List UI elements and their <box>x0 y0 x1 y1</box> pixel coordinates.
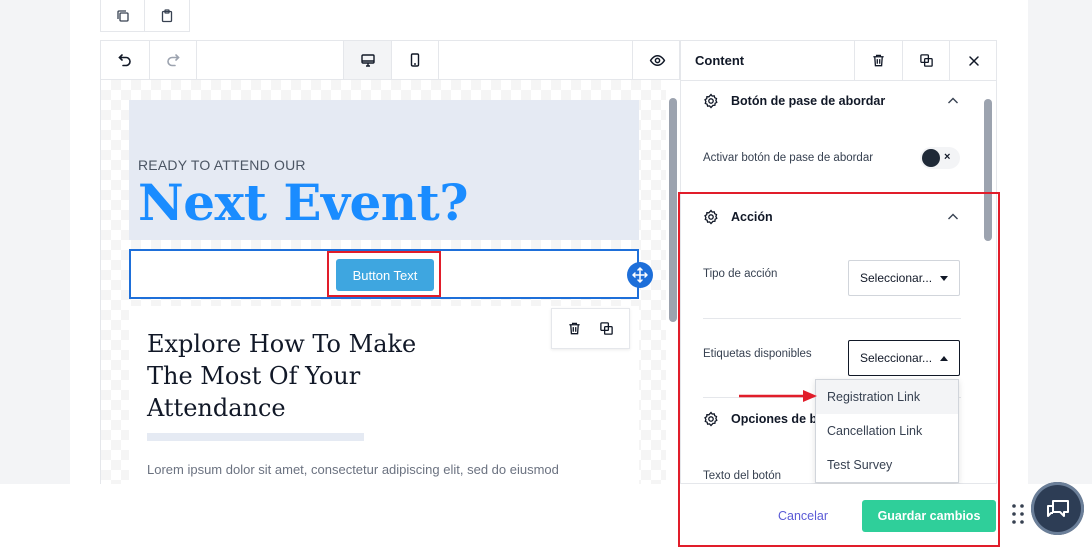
annotation-arrow-icon <box>739 390 817 402</box>
panel-close-button[interactable] <box>949 41 996 80</box>
boarding-toggle-label: Activar botón de pase de abordar <box>703 152 874 164</box>
undo-button[interactable] <box>101 41 149 79</box>
chevron-up-icon[interactable] <box>947 96 959 106</box>
mobile-icon <box>410 53 420 67</box>
copy-icon <box>116 9 129 22</box>
chat-button[interactable] <box>1031 482 1084 535</box>
hero-block[interactable]: READY TO ATTEND OUR Next Event? <box>129 100 639 240</box>
desktop-view-button[interactable] <box>344 41 392 79</box>
body-text: Lorem ipsum dolor sit amet, consectetur … <box>147 462 559 477</box>
duplicate-block-button[interactable] <box>599 321 614 336</box>
toggle-off-icon: × <box>944 151 951 163</box>
section-title: Botón de pase de abordar <box>731 94 886 108</box>
toolbar-divider <box>438 41 439 79</box>
panel-delete-button[interactable] <box>854 41 902 80</box>
annotation-box-button <box>327 251 441 297</box>
copy-button[interactable] <box>101 0 146 31</box>
desktop-icon <box>361 54 375 67</box>
hero-title: Next Event? <box>138 173 469 232</box>
email-canvas[interactable]: READY TO ATTEND OUR Next Event? Explore … <box>100 80 666 484</box>
scrollbar-thumb[interactable] <box>669 98 677 322</box>
eye-icon <box>649 54 665 66</box>
editor-toolbar <box>100 40 680 80</box>
hero-subtitle: READY TO ATTEND OUR <box>138 157 306 173</box>
mini-toolbar <box>100 0 190 32</box>
explore-title: Explore How To Make The Most Of Your Att… <box>147 330 417 422</box>
toggle-knob <box>922 149 940 167</box>
block-actions-popover <box>551 308 630 349</box>
toolbar-divider <box>196 41 197 79</box>
drag-handle-icon[interactable] <box>1011 503 1025 525</box>
trash-icon <box>569 322 580 335</box>
panel-duplicate-button[interactable] <box>902 41 950 80</box>
section-header-boarding-pass[interactable]: Botón de pase de abordar <box>703 93 885 109</box>
trash-icon <box>873 54 884 67</box>
mobile-view-button[interactable] <box>391 41 439 79</box>
gear-icon <box>704 93 718 109</box>
boarding-pass-toggle[interactable]: × <box>920 147 960 169</box>
move-handle[interactable] <box>627 262 653 288</box>
undo-icon <box>118 54 131 67</box>
title-underline-bar <box>147 433 364 441</box>
chat-icon <box>1046 499 1069 517</box>
duplicate-icon <box>920 54 933 67</box>
panel-header: Content <box>681 41 996 81</box>
annotation-box-panel <box>678 192 1000 547</box>
redo-button[interactable] <box>149 41 197 79</box>
preview-button[interactable] <box>633 41 681 79</box>
delete-block-button[interactable] <box>567 321 582 336</box>
panel-title: Content <box>695 53 745 68</box>
duplicate-icon <box>600 322 614 335</box>
clipboard-icon <box>161 8 173 22</box>
paste-button[interactable] <box>145 0 189 31</box>
close-icon <box>968 55 979 66</box>
redo-icon <box>167 54 180 67</box>
move-icon <box>632 267 648 283</box>
